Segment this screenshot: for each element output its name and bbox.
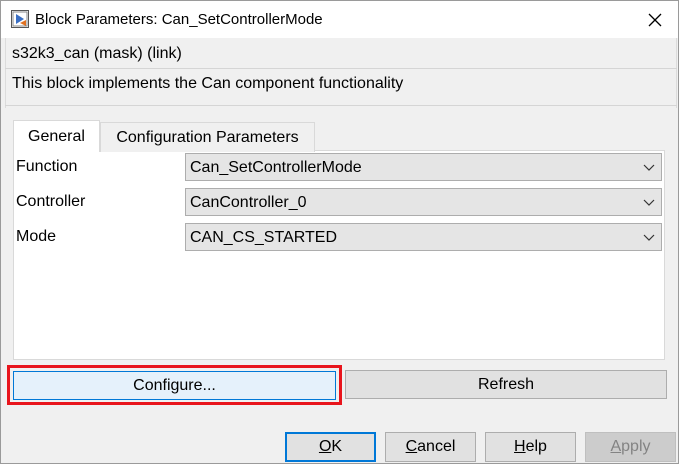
help-mnemonic: H	[514, 438, 526, 455]
mode-label: Mode	[16, 228, 57, 245]
description-divider	[5, 68, 677, 69]
controller-dropdown[interactable]: CanController_0	[185, 188, 662, 216]
help-button[interactable]: Help	[485, 432, 576, 462]
title-bar[interactable]: Block Parameters: Can_SetControllerMode	[1, 1, 678, 38]
close-button[interactable]	[632, 1, 678, 38]
chevron-down-icon	[643, 164, 655, 171]
function-label: Function	[16, 158, 78, 175]
configure-button-label: Configure...	[133, 376, 216, 394]
refresh-button-label: Refresh	[477, 375, 535, 393]
apply-mnemonic: A	[610, 438, 622, 455]
description-text: This block implements the Can component …	[12, 75, 404, 92]
refresh-button[interactable]: Refresh	[345, 370, 667, 399]
apply-button[interactable]: Apply	[585, 432, 676, 462]
ok-rest: K	[331, 438, 343, 455]
mode-value: CAN_CS_STARTED	[190, 229, 337, 246]
general-tab-panel	[13, 150, 665, 360]
close-icon	[648, 13, 662, 26]
help-rest: elp	[525, 438, 547, 455]
window-title: Block Parameters: Can_SetControllerMode	[35, 11, 323, 28]
mode-dropdown[interactable]: CAN_CS_STARTED	[185, 223, 662, 251]
block-parameters-dialog: Block Parameters: Can_SetControllerMode …	[0, 0, 679, 464]
chevron-down-icon	[643, 199, 655, 206]
cancel-button[interactable]: Cancel	[385, 432, 476, 462]
function-dropdown[interactable]: Can_SetControllerMode	[185, 153, 662, 181]
controller-value: CanController_0	[190, 194, 307, 211]
ok-button[interactable]: OK	[285, 432, 376, 462]
configure-button[interactable]: Configure...	[13, 371, 336, 400]
ok-mnemonic: O	[318, 438, 332, 455]
apply-rest: pply	[621, 438, 651, 455]
controller-label: Controller	[16, 193, 86, 210]
tab-general-label: General	[28, 127, 85, 145]
tab-configuration-parameters[interactable]: Configuration Parameters	[100, 122, 315, 152]
mask-type-label: s32k3_can (mask) (link)	[12, 45, 182, 62]
description-group: s32k3_can (mask) (link) This block imple…	[5, 38, 677, 106]
tab-configuration-parameters-label: Configuration Parameters	[116, 128, 299, 146]
chevron-down-icon	[643, 234, 655, 241]
cancel-rest: ancel	[417, 438, 456, 455]
tab-general[interactable]: General	[13, 120, 100, 152]
simulink-block-icon	[11, 10, 29, 28]
function-value: Can_SetControllerMode	[190, 159, 362, 176]
cancel-mnemonic: C	[405, 438, 418, 455]
